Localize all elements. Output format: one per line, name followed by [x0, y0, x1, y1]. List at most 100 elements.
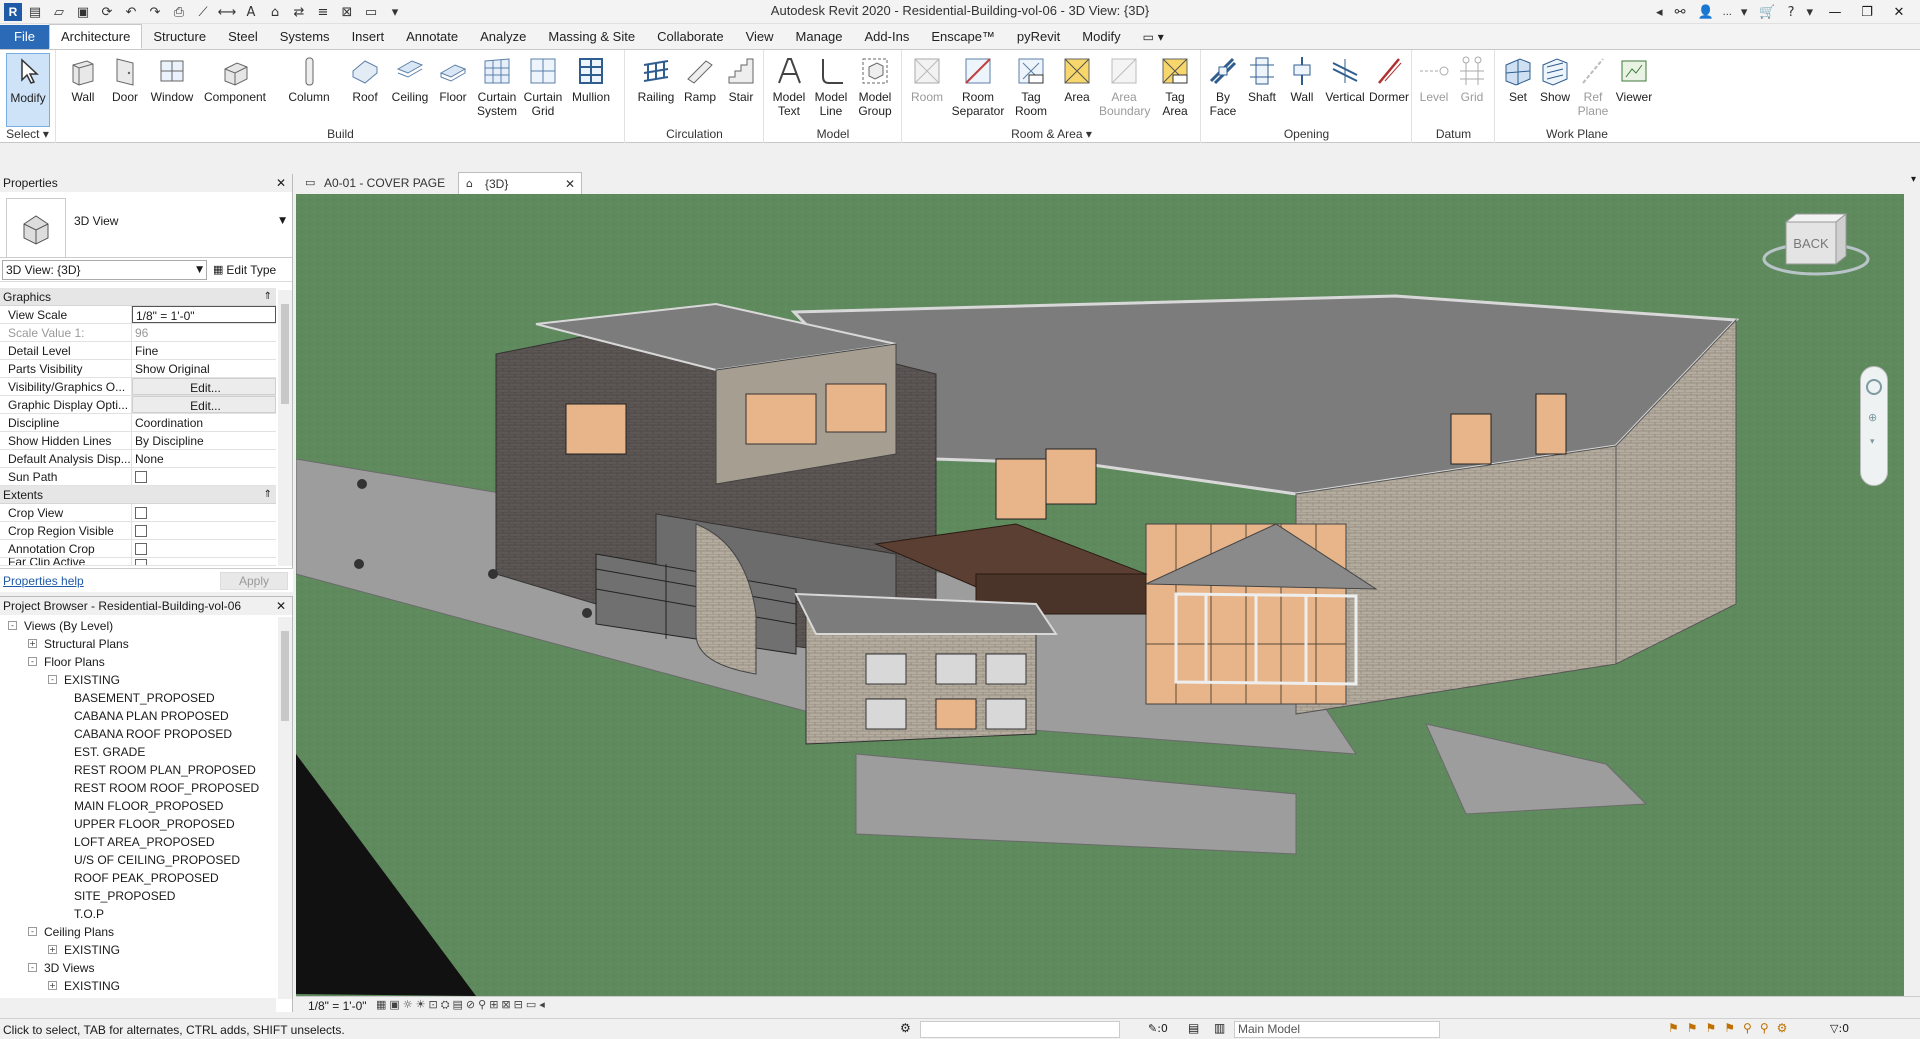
close-button[interactable]: ✕ — [1886, 5, 1912, 20]
roof-button[interactable]: Roof — [345, 53, 385, 127]
tab-insert[interactable]: Insert — [341, 25, 396, 49]
tree-node[interactable]: LOFT AREA_PROPOSED — [0, 833, 276, 851]
selection-toggle-icons[interactable]: ⚑⚑⚑⚑⚲⚲⚙ — [1668, 1021, 1795, 1035]
close-icon[interactable]: ✕ — [276, 174, 286, 192]
model-render[interactable]: BACK — [296, 194, 1904, 996]
measure-icon[interactable]: ⟋ — [192, 2, 214, 22]
prop-row[interactable]: Sun Path — [0, 468, 276, 486]
tab-systems[interactable]: Systems — [269, 25, 341, 49]
close-icon[interactable]: ✕ — [276, 597, 286, 615]
collapse-icon[interactable]: - — [28, 657, 37, 666]
tree-node[interactable]: + EXISTING — [0, 941, 276, 959]
undo-icon[interactable]: ↶ — [120, 2, 142, 22]
design-options-icon[interactable]: ▤ — [1188, 1021, 1199, 1035]
room-button[interactable]: Room — [907, 53, 947, 127]
tab-manage[interactable]: Manage — [785, 25, 854, 49]
ramp-button[interactable]: Ramp — [680, 53, 720, 127]
revit-logo-icon[interactable]: R — [4, 3, 22, 21]
tree-node[interactable]: ROOF PEAK_PROPOSED — [0, 869, 276, 887]
collapse-icon[interactable]: ⇑ — [264, 288, 272, 306]
tab-architecture[interactable]: Architecture — [48, 24, 143, 49]
open-icon[interactable]: ▱ — [48, 2, 70, 22]
expand-icon[interactable]: + — [48, 945, 57, 954]
tree-node[interactable]: - EXISTING — [0, 671, 276, 689]
tab-structure[interactable]: Structure — [142, 25, 217, 49]
tree-node[interactable]: + EXISTING — [0, 977, 276, 995]
prop-row[interactable]: Parts Visibility Show Original — [0, 360, 276, 378]
shaft-button[interactable]: Shaft — [1242, 53, 1282, 127]
tab-view[interactable]: View — [735, 25, 785, 49]
collapse-icon[interactable]: - — [8, 621, 17, 630]
by-face-button[interactable]: By Face — [1204, 53, 1242, 127]
area-button[interactable]: Area — [1055, 53, 1099, 127]
door-button[interactable]: Door — [105, 53, 145, 127]
tab-collaborate[interactable]: Collaborate — [646, 25, 735, 49]
binoculars-icon[interactable]: ⚯ — [1672, 5, 1689, 20]
tab-add-ins[interactable]: Add-Ins — [854, 25, 921, 49]
browser-scrollbar[interactable] — [278, 617, 292, 999]
column-button[interactable]: Column — [283, 53, 335, 127]
edit-type-button[interactable]: ▦ Edit Type — [213, 263, 276, 277]
section-extents[interactable]: Extents ⇑ — [0, 486, 276, 504]
curtain-system-button[interactable]: Curtain System — [475, 53, 519, 127]
tab-enscape[interactable]: Enscape™ — [920, 25, 1006, 49]
prop-row[interactable]: Visibility/Graphics O... Edit... — [0, 378, 276, 396]
prop-row[interactable]: Crop Region Visible — [0, 522, 276, 540]
editing-requests[interactable]: ✎:0 — [1148, 1022, 1168, 1035]
navigation-bar[interactable]: ⊕ ▾ — [1860, 366, 1888, 486]
worksets-icon[interactable]: ⚙ — [900, 1021, 911, 1035]
tab-steel[interactable]: Steel — [217, 25, 269, 49]
tab-cover-page[interactable]: ▭ A0-01 - COVER PAGE — [298, 172, 458, 194]
prop-row[interactable]: Detail Level Fine — [0, 342, 276, 360]
section-icon[interactable]: ⇄ — [288, 2, 310, 22]
tree-node[interactable]: - Floor Plans — [0, 653, 276, 671]
user-name[interactable]: ... — [1723, 6, 1732, 18]
customize-qat-icon[interactable]: ▾ — [384, 2, 406, 22]
area-boundary-button[interactable]: Area Boundary — [1099, 53, 1150, 127]
set-button[interactable]: Set — [1500, 53, 1536, 127]
help-dropdown-icon[interactable]: ▾ — [1803, 5, 1816, 20]
instance-selector[interactable]: 3D View: {3D} ▼ — [2, 259, 207, 280]
tab-pyrevit[interactable]: pyRevit — [1006, 25, 1071, 49]
annotation-crop-checkbox[interactable] — [135, 543, 147, 555]
collapse-icon[interactable]: ⇑ — [264, 486, 272, 504]
new-icon[interactable]: ▤ — [24, 2, 46, 22]
steering-wheel-icon[interactable] — [1866, 379, 1882, 395]
grid-button[interactable]: Grid — [1453, 53, 1491, 127]
close-hidden-icon[interactable]: ⊠ — [336, 2, 358, 22]
collapse-icon[interactable]: - — [48, 675, 57, 684]
prop-row[interactable]: View Scale 1/8" = 1'-0" — [0, 306, 276, 324]
far-clip-checkbox[interactable] — [135, 559, 147, 565]
expand-icon[interactable]: + — [48, 981, 57, 990]
prop-row[interactable]: Show Hidden Lines By Discipline — [0, 432, 276, 450]
floor-button[interactable]: Floor — [433, 53, 473, 127]
restore-button[interactable]: ❐ — [1854, 5, 1880, 20]
prop-row[interactable]: Scale Value 1: 96 — [0, 324, 276, 342]
dormer-button[interactable]: Dormer — [1368, 53, 1410, 127]
vg-edit-button[interactable]: Edit... — [132, 378, 276, 395]
prop-row[interactable]: Discipline Coordination — [0, 414, 276, 432]
print-icon[interactable]: ⎙ — [168, 2, 190, 22]
tree-node[interactable]: + Structural Plans — [0, 635, 276, 653]
tab-annotate[interactable]: Annotate — [395, 25, 469, 49]
ref-plane-button[interactable]: Ref Plane — [1574, 53, 1612, 127]
ribbon-minimize-icon[interactable]: ▭ ▾ — [1132, 25, 1175, 49]
3d-viewport[interactable]: BACK ⊕ ▾ — [296, 194, 1904, 996]
browser-hscrollbar[interactable] — [0, 998, 276, 1012]
wall-button[interactable]: Wall — [63, 53, 103, 127]
tree-node[interactable]: -3D Views — [0, 959, 276, 977]
component-button[interactable]: Component — [199, 53, 271, 127]
modify-button[interactable]: Modify — [6, 53, 50, 127]
scroll-thumb[interactable] — [281, 631, 289, 721]
tag-room-button[interactable]: Tag Room — [1009, 53, 1053, 127]
viewer-button[interactable]: Viewer — [1612, 53, 1656, 127]
tree-node[interactable]: UPPER FLOOR_PROPOSED — [0, 815, 276, 833]
model-line-button[interactable]: Model Line — [811, 53, 851, 127]
model-group-button[interactable]: Model Group — [853, 53, 897, 127]
tag-area-button[interactable]: Tag Area — [1153, 53, 1197, 127]
tree-node[interactable]: REST ROOM ROOF_PROPOSED — [0, 779, 276, 797]
user-dropdown-icon[interactable]: ▾ — [1738, 5, 1751, 20]
level-button[interactable]: Level — [1415, 53, 1453, 127]
vertical-button[interactable]: Vertical — [1322, 53, 1368, 127]
tree-node[interactable]: T.O.P — [0, 905, 276, 923]
